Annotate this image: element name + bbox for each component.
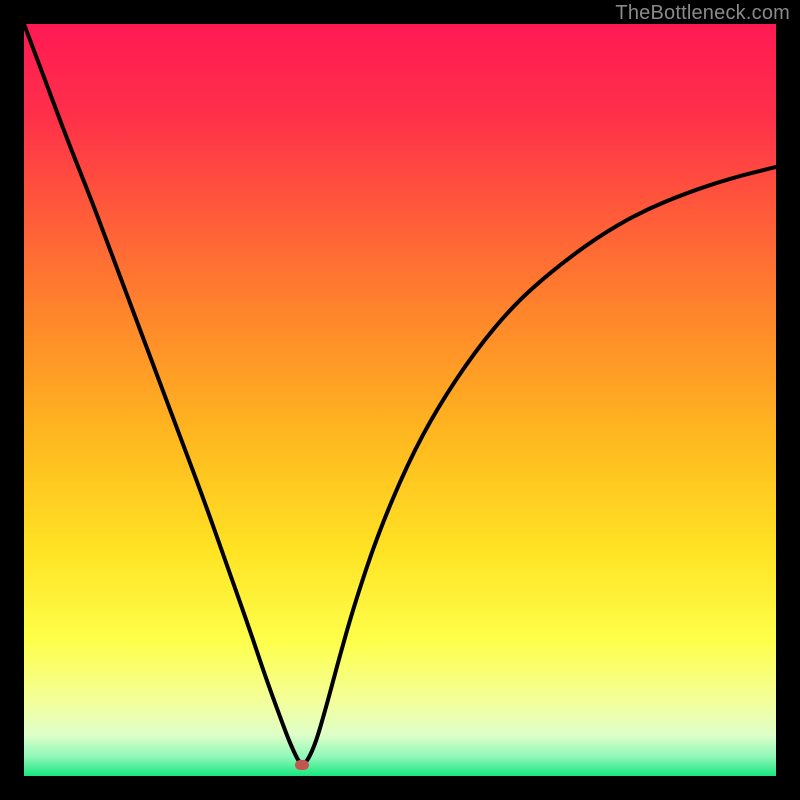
optimal-marker [295,760,309,770]
bottleneck-curve [24,24,776,776]
plot-area [24,24,776,776]
chart-frame: TheBottleneck.com [0,0,800,800]
watermark-text: TheBottleneck.com [615,2,790,25]
